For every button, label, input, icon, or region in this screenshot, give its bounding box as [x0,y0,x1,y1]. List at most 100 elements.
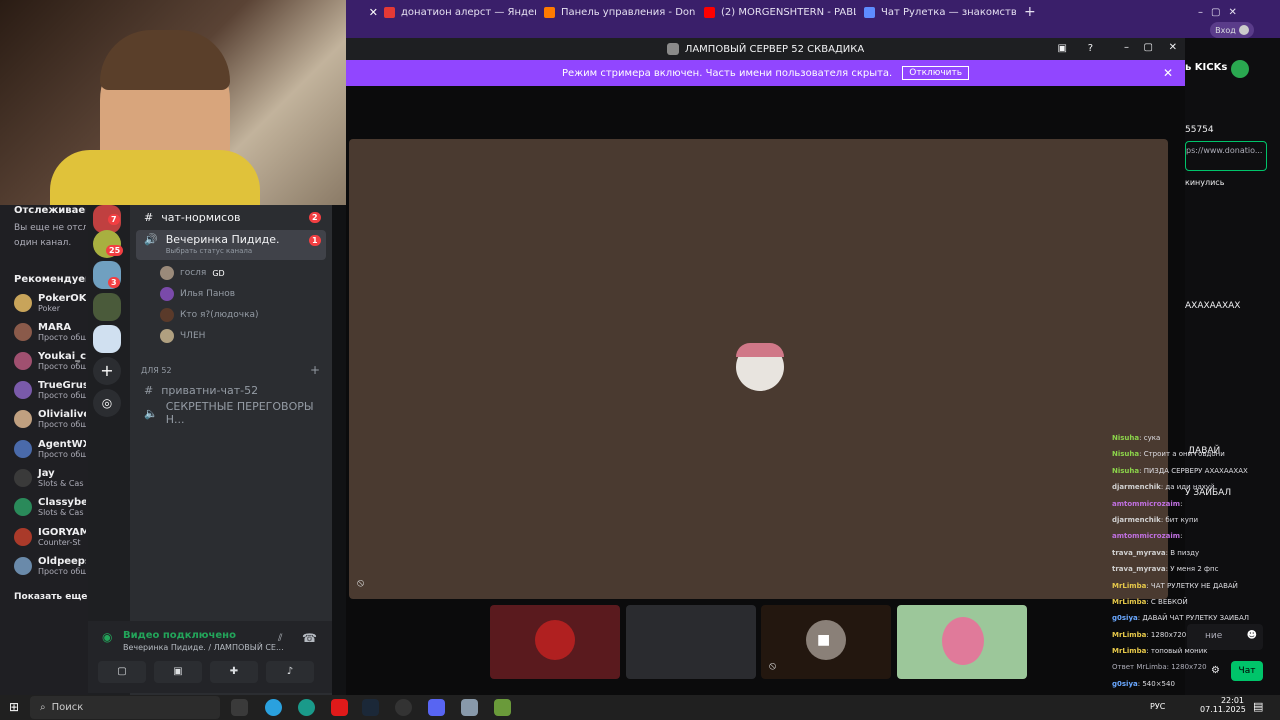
chat-username[interactable]: Nisuha [1112,467,1139,475]
window-title: ЛАМПОВЫЙ СЕРВЕР 52 СКВАДИКА [684,43,865,55]
chat-username[interactable]: djarmenchik [1112,483,1161,491]
chat-username[interactable]: Nisuha [1112,434,1139,442]
task-view-icon[interactable] [231,699,248,716]
maximize-icon[interactable]: ▢ [1144,42,1153,53]
close-icon[interactable]: ✕ [1163,66,1173,80]
camera-button[interactable]: ▢ [98,661,146,683]
browser-tab[interactable]: Чат Рулетка — знакомства и об… ✕ [864,2,1016,22]
channel-private[interactable]: # приватни-чат-52 [136,380,326,400]
voice-channel-secret[interactable]: 🔈 СЕКРЕТНЫЕ ПЕРЕГОВОРЫ Н... [136,400,326,426]
browser-tab[interactable]: (2) MORGENSHTERN - PABL… ✕ [704,2,856,22]
channel-item[interactable]: PokerOK_Poker [14,293,86,313]
discord-icon[interactable] [428,699,445,716]
app-icon[interactable] [461,699,478,716]
chat-username[interactable]: amtommicrozaim [1112,500,1180,508]
channel-game: Просто общ [38,362,86,371]
discover-icon[interactable]: ◎ [93,389,121,417]
participant-tile[interactable] [897,605,1027,679]
noise-suppression-icon[interactable]: ⫽ [278,633,282,644]
voice-user[interactable]: Кто я?(людочка) [160,308,259,322]
windows-start-icon[interactable]: ⊞ [9,700,19,714]
user-name: госля [180,268,207,278]
close-icon[interactable]: ✕ [369,6,378,19]
chat-username[interactable]: MrLimba [1112,647,1146,655]
hash-icon: # [144,383,154,397]
telegram-icon[interactable] [265,699,282,716]
guild-icon[interactable] [93,293,121,321]
close-icon[interactable]: ✕ [1228,7,1236,18]
edge-icon[interactable] [298,699,315,716]
participant-tile[interactable] [490,605,620,679]
chat-username[interactable]: amtommicrozaim [1112,532,1180,540]
channel-item[interactable]: Youkai_chПросто общ [14,351,86,371]
chat-username[interactable]: g0siya [1112,680,1138,688]
add-server-icon[interactable]: + [93,357,121,385]
activities-button[interactable]: ✚ [210,661,258,683]
voice-user[interactable]: ЧЛЕН [160,329,205,343]
participant-tile[interactable]: ■ ⦸ [761,605,891,679]
chat-username[interactable]: djarmenchik [1112,516,1161,524]
event-text: АХАХААХАХ [1185,301,1241,311]
show-more-link[interactable]: Показать еще [14,592,87,602]
browser-toolbar: Вход [346,22,1280,38]
notifications-icon[interactable]: ▤ [1253,700,1263,713]
channel-item[interactable]: Jay Slots & Cas [14,468,86,488]
channel-item[interactable]: AgentWX Просто общ [14,439,86,459]
minimize-icon[interactable]: – [1198,7,1203,18]
youtube-icon[interactable] [331,699,348,716]
chat-text: ЧАТ РУЛЕТКУ НЕ ДАВАЙ [1150,581,1238,590]
steam-icon[interactable] [362,699,379,716]
stat-number: 55754 [1185,125,1214,135]
tab-title: Чат Рулетка — знакомства и об… [881,6,1016,18]
language-indicator[interactable]: РУС [1150,702,1165,711]
maximize-icon[interactable]: ▢ [1211,7,1220,18]
chat-username[interactable]: trava_myrava [1112,549,1166,557]
chat-username[interactable]: Nisuha [1112,450,1139,458]
new-tab-button[interactable]: + [1024,2,1038,22]
channel-item[interactable]: Classybe Slots & Cas [14,497,86,517]
picture-in-picture-icon[interactable]: ▣ [1058,43,1067,54]
browser-tab[interactable]: Панель управления - DonationA… ✕ [544,2,696,22]
channel-game: Просто общ [38,420,86,429]
browser-tab[interactable]: ✕ [346,2,378,22]
chat-username[interactable]: g0siya [1112,614,1138,622]
participant-tile[interactable] [626,605,756,679]
chat-username[interactable]: MrLimba [1112,598,1146,606]
chat-username[interactable]: trava_myrava [1112,565,1166,573]
help-icon[interactable]: ? [1088,43,1093,54]
donation-link[interactable]: ps://www.donatio... [1185,141,1267,171]
minecraft-icon[interactable] [494,699,511,716]
guild-icon[interactable] [93,325,121,353]
add-channel-icon[interactable]: + [310,363,320,377]
browser-tab[interactable]: донатион алерст — Яндекс: наш… ✕ [384,2,536,22]
login-button[interactable]: Вход [1210,22,1254,38]
server-icon [666,43,679,55]
channel-chat-normisov[interactable]: # чат-нормисов [136,207,326,227]
voice-user[interactable]: госля GD [160,266,225,280]
voice-user[interactable]: Илья Панов [160,287,235,301]
clock[interactable]: 22:01 07.11.2025 [1200,696,1246,714]
channel-status[interactable]: Выбрать статус канала [166,247,280,255]
chat-username[interactable]: MrLimba [1112,631,1146,639]
chat-username[interactable]: MrLimba [1112,582,1146,590]
channel-item[interactable]: Oldpeeps Просто общ [14,556,86,576]
channel-item[interactable]: TrueGrustПросто общ [14,380,86,400]
speaker-icon: 🔊 [144,233,158,246]
obs-icon[interactable] [395,699,412,716]
search-box[interactable]: ⌕ Поиск [30,696,220,719]
voice-channel-active[interactable]: 🔊 Вечеринка Пидиде. Выбрать статус канал… [136,230,326,260]
disable-streamer-button[interactable]: Отключить [902,66,970,80]
channel-item[interactable]: MARA Просто общ [14,322,86,342]
minimize-icon[interactable]: – [1124,42,1129,53]
channel-item[interactable]: Olivialive Просто общ [14,409,86,429]
voice-channel-name[interactable]: Вечеринка Пидиде. / ЛАМПОВЫЙ СЕ... [123,643,284,652]
chat-text: топовый моник [1150,647,1208,656]
category-label[interactable]: ДЛЯ 52 [141,366,172,375]
avatar[interactable] [1231,60,1249,78]
close-icon[interactable]: ✕ [1169,42,1177,53]
screen-share-button[interactable]: ▣ [154,661,202,683]
soundboard-button[interactable]: ♪ [266,661,314,683]
video-stage[interactable]: ⦸ [349,139,1168,599]
channel-item[interactable]: IGORYAM Counter-St [14,527,86,547]
disconnect-icon[interactable]: ☎ [302,631,317,645]
